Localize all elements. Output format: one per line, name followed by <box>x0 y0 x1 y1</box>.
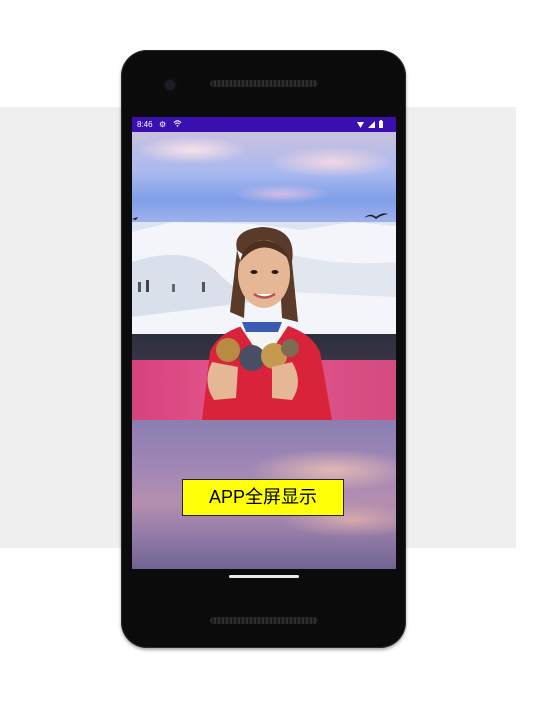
fullscreen-display-label: APP全屏显示 <box>182 479 344 516</box>
bird-icon <box>132 217 138 220</box>
signal-icon <box>368 121 375 128</box>
front-camera <box>165 80 175 90</box>
phone-frame: 8:46 ⚙ APP全屏显示 <box>121 50 406 648</box>
gear-icon: ⚙ <box>159 120 167 129</box>
wifi-icon <box>357 122 364 128</box>
status-bar: 8:46 ⚙ <box>132 117 396 132</box>
status-time: 8:46 <box>137 120 153 129</box>
snow-slope-scene <box>132 222 396 420</box>
bird-icon <box>364 213 388 219</box>
sky-area <box>132 132 396 222</box>
battery-icon <box>379 121 383 128</box>
system-status-icons <box>357 120 383 128</box>
phone-screen[interactable]: 8:46 ⚙ APP全屏显示 <box>132 117 396 569</box>
bottom-speaker-grille <box>210 617 318 624</box>
top-speaker-grille <box>210 80 318 87</box>
athlete-with-medals <box>202 227 332 420</box>
home-gesture-bar[interactable] <box>229 575 299 578</box>
wifi-icon <box>173 120 182 127</box>
